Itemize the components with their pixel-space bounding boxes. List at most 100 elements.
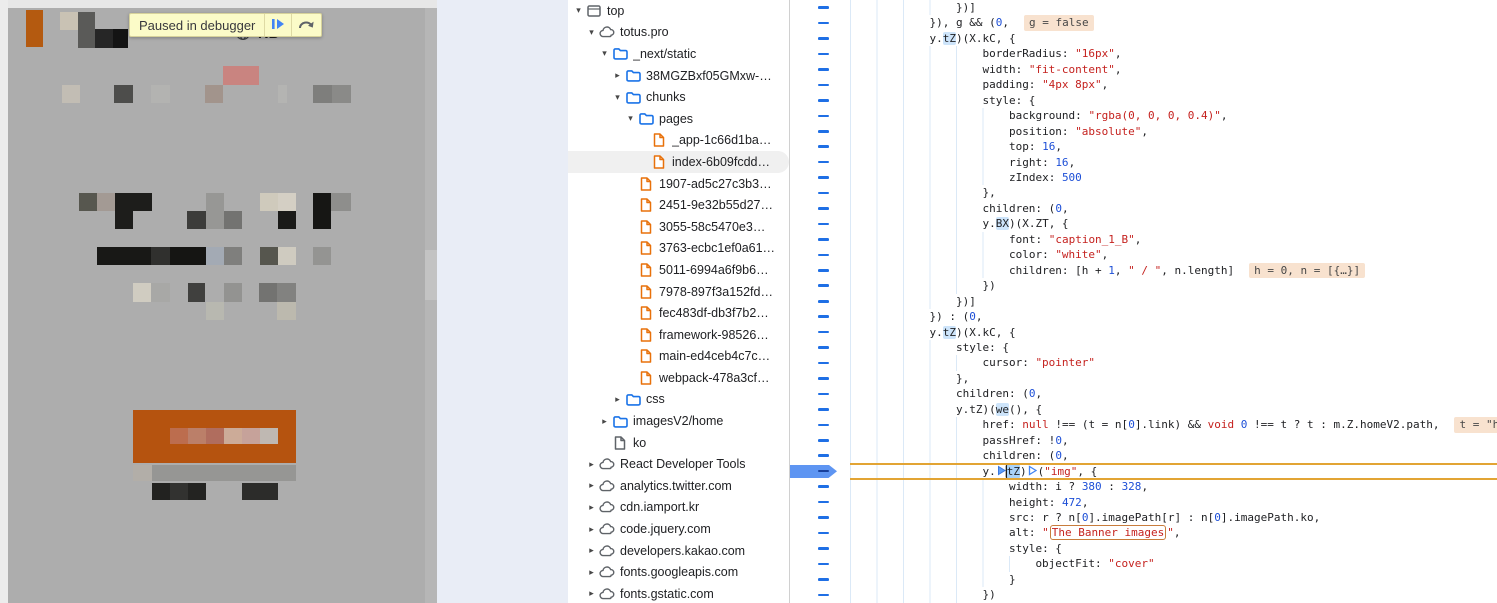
line-gutter[interactable] bbox=[790, 170, 850, 185]
tree-item-1907-ad5c27c3b3[interactable]: 1907-ad5c27c3b3… bbox=[568, 173, 789, 195]
page-content-block bbox=[242, 483, 278, 500]
collapsed-arrow-icon[interactable]: ▸ bbox=[598, 417, 611, 426]
line-gutter[interactable] bbox=[790, 587, 850, 602]
tree-item-3055-58c5470e3[interactable]: 3055-58c5470e3… bbox=[568, 216, 789, 238]
tree-item-fec483df-db3f7b2[interactable]: fec483df-db3f7b2… bbox=[568, 302, 789, 324]
tree-item-fonts-googleapis-com[interactable]: ▸fonts.googleapis.com bbox=[568, 561, 789, 583]
line-gutter[interactable] bbox=[790, 232, 850, 247]
line-gutter[interactable] bbox=[790, 93, 850, 108]
line-gutter[interactable] bbox=[790, 247, 850, 262]
tree-item-fonts-gstatic-com[interactable]: ▸fonts.gstatic.com bbox=[568, 583, 789, 603]
line-gutter[interactable] bbox=[790, 464, 850, 479]
line-gutter[interactable] bbox=[790, 278, 850, 293]
line-gutter[interactable] bbox=[790, 402, 850, 417]
tree-item-38mgzbxf05gmxw[interactable]: ▸38MGZBxf05GMxw-… bbox=[568, 65, 789, 87]
collapsed-arrow-icon[interactable]: ▸ bbox=[585, 503, 598, 512]
tree-item-chunks[interactable]: ▾chunks bbox=[568, 86, 789, 108]
tree-item-next-static[interactable]: ▾_next/static bbox=[568, 43, 789, 65]
continue-to-here-marker-outline-icon[interactable] bbox=[1028, 465, 1037, 476]
line-gutter[interactable] bbox=[790, 572, 850, 587]
tree-item-2451-9e32b55d27[interactable]: 2451-9e32b55d27… bbox=[568, 194, 789, 216]
resume-script-button[interactable] bbox=[265, 14, 291, 36]
tree-item-7978-897f3a152fd[interactable]: 7978-897f3a152fd… bbox=[568, 281, 789, 303]
code-text: }) bbox=[850, 587, 1497, 602]
line-gutter[interactable] bbox=[790, 340, 850, 355]
script-icon bbox=[638, 370, 654, 385]
line-gutter[interactable] bbox=[790, 31, 850, 46]
collapsed-arrow-icon[interactable]: ▸ bbox=[585, 568, 598, 577]
collapsed-arrow-icon[interactable]: ▸ bbox=[585, 481, 598, 490]
line-gutter[interactable] bbox=[790, 417, 850, 432]
line-gutter[interactable] bbox=[790, 77, 850, 92]
expanded-arrow-icon[interactable]: ▾ bbox=[611, 93, 624, 102]
collapsed-arrow-icon[interactable]: ▸ bbox=[611, 395, 624, 404]
line-gutter[interactable] bbox=[790, 155, 850, 170]
expanded-arrow-icon[interactable]: ▾ bbox=[572, 6, 585, 15]
tree-item-main-ed4ceb4c7c[interactable]: main-ed4ceb4c7c… bbox=[568, 346, 789, 368]
line-gutter[interactable] bbox=[790, 510, 850, 525]
tree-item-ko[interactable]: ko bbox=[568, 432, 789, 454]
line-gutter[interactable] bbox=[790, 386, 850, 401]
line-gutter[interactable] bbox=[790, 201, 850, 216]
step-over-button[interactable] bbox=[292, 14, 321, 36]
expanded-arrow-icon[interactable]: ▾ bbox=[624, 114, 637, 123]
tree-item-analytics-twitter-com[interactable]: ▸analytics.twitter.com bbox=[568, 475, 789, 497]
line-gutter[interactable] bbox=[790, 325, 850, 340]
line-gutter[interactable] bbox=[790, 371, 850, 386]
line-gutter[interactable] bbox=[790, 216, 850, 231]
collapsed-arrow-icon[interactable]: ▸ bbox=[585, 546, 598, 555]
tree-item-totus-pro[interactable]: ▾totus.pro bbox=[568, 22, 789, 44]
collapsed-arrow-icon[interactable]: ▸ bbox=[585, 589, 598, 598]
tree-item-developers-kakao-com[interactable]: ▸developers.kakao.com bbox=[568, 540, 789, 562]
page-content-block bbox=[60, 12, 78, 30]
tree-item-label: css bbox=[646, 392, 665, 406]
line-gutter[interactable] bbox=[790, 525, 850, 540]
expanded-arrow-icon[interactable]: ▾ bbox=[598, 49, 611, 58]
line-gutter[interactable] bbox=[790, 139, 850, 154]
line-gutter[interactable] bbox=[790, 108, 850, 123]
origin-icon bbox=[599, 543, 615, 558]
tree-item-3763-ecbc1ef0a61[interactable]: 3763-ecbc1ef0a61… bbox=[568, 238, 789, 260]
line-gutter[interactable] bbox=[790, 448, 850, 463]
script-icon bbox=[638, 306, 654, 321]
collapsed-arrow-icon[interactable]: ▸ bbox=[585, 525, 598, 534]
tree-item-5011-6994a6f9b6[interactable]: 5011-6994a6f9b6… bbox=[568, 259, 789, 281]
tree-item-index-6b09fcdd[interactable]: index-6b09fcdd… bbox=[568, 151, 789, 173]
page-scrollbar-track[interactable] bbox=[425, 8, 437, 603]
line-gutter[interactable] bbox=[790, 62, 850, 77]
expanded-arrow-icon[interactable]: ▾ bbox=[585, 28, 598, 37]
line-gutter[interactable] bbox=[790, 294, 850, 309]
line-gutter[interactable] bbox=[790, 0, 850, 15]
line-gutter[interactable] bbox=[790, 479, 850, 494]
continue-to-here-marker-icon[interactable] bbox=[997, 465, 1006, 476]
line-gutter[interactable] bbox=[790, 433, 850, 448]
script-icon bbox=[638, 327, 654, 342]
line-number-dash bbox=[818, 22, 829, 25]
line-gutter[interactable] bbox=[790, 185, 850, 200]
line-gutter[interactable] bbox=[790, 495, 850, 510]
line-gutter[interactable] bbox=[790, 263, 850, 278]
line-gutter[interactable] bbox=[790, 309, 850, 324]
inline-value-badge: g = false bbox=[1024, 15, 1094, 30]
tree-item-framework-98526[interactable]: framework-98526… bbox=[568, 324, 789, 346]
collapsed-arrow-icon[interactable]: ▸ bbox=[585, 460, 598, 469]
tree-item-label: webpack-478a3cf… bbox=[659, 371, 769, 385]
line-gutter[interactable] bbox=[790, 541, 850, 556]
line-gutter[interactable] bbox=[790, 124, 850, 139]
page-content-block bbox=[331, 193, 351, 211]
tree-item-css[interactable]: ▸ css bbox=[568, 389, 789, 411]
collapsed-arrow-icon[interactable]: ▸ bbox=[611, 71, 624, 80]
tree-item-webpack-478a3cf[interactable]: webpack-478a3cf… bbox=[568, 367, 789, 389]
tree-item-imagesv2-home[interactable]: ▸imagesV2/home bbox=[568, 410, 789, 432]
code-text: width: i ? 380 : 328, bbox=[850, 479, 1497, 494]
tree-item-app-1c66d1ba[interactable]: _app-1c66d1ba… bbox=[568, 130, 789, 152]
line-gutter[interactable] bbox=[790, 15, 850, 30]
tree-item-react-developer-tools[interactable]: ▸React Developer Tools bbox=[568, 453, 789, 475]
line-gutter[interactable] bbox=[790, 556, 850, 571]
line-gutter[interactable] bbox=[790, 355, 850, 370]
tree-item-pages[interactable]: ▾pages bbox=[568, 108, 789, 130]
tree-item-cdn-iamport-kr[interactable]: ▸cdn.iamport.kr bbox=[568, 497, 789, 519]
line-gutter[interactable] bbox=[790, 46, 850, 61]
tree-item-top[interactable]: ▾top bbox=[568, 0, 789, 22]
tree-item-code-jquery-com[interactable]: ▸code.jquery.com bbox=[568, 518, 789, 540]
